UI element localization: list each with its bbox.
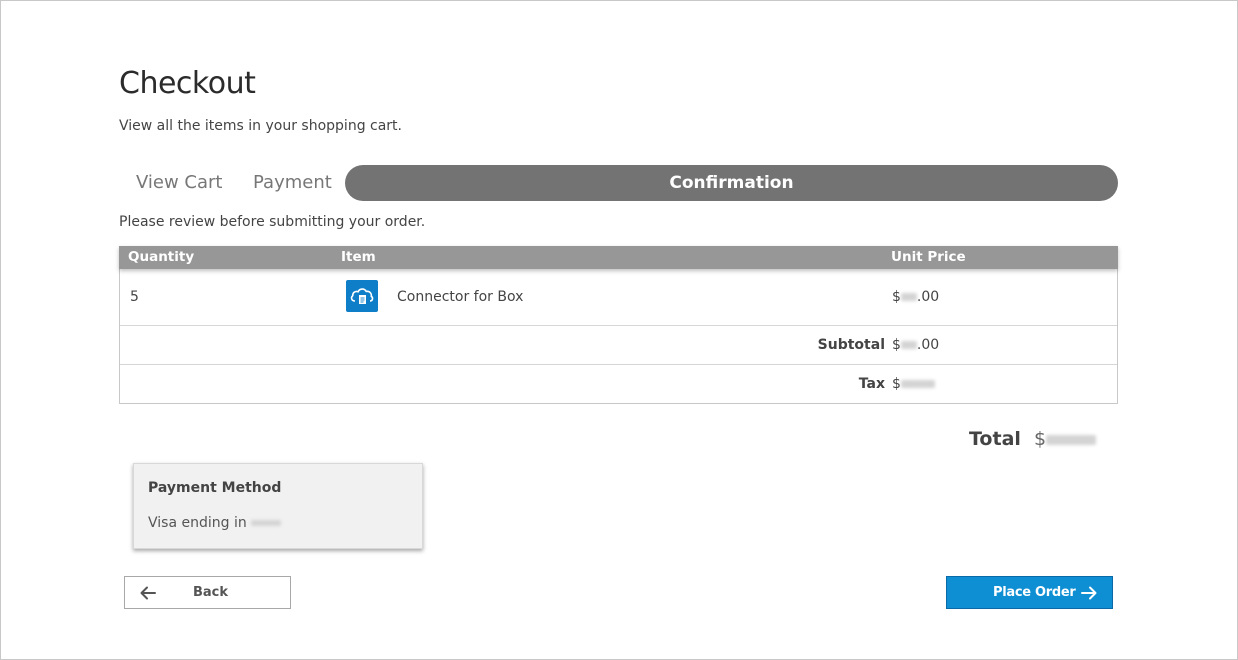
cloud-document-icon [346, 280, 378, 312]
page-subtitle: View all the items in your shopping cart… [119, 118, 403, 134]
total-currency: $ [1034, 428, 1047, 450]
payment-method-card: Payment Method Visa ending in [133, 463, 423, 549]
arrow-left-icon [140, 585, 156, 604]
table-row: 5 Connector for Box $ .00 [120, 269, 1117, 326]
subtotal-cents: .00 [916, 337, 940, 353]
card-ending-text: Visa ending in [148, 515, 247, 531]
header-quantity: Quantity [128, 249, 195, 265]
arrow-right-icon [1081, 585, 1097, 604]
item-quantity: 5 [130, 289, 139, 305]
total-value: $ [1034, 428, 1097, 450]
payment-method-title: Payment Method [148, 480, 282, 496]
step-confirmation[interactable]: Confirmation [345, 165, 1118, 201]
redacted-value [251, 520, 282, 526]
item-unit-price: $ .00 [892, 289, 939, 305]
step-payment[interactable]: Payment [253, 165, 332, 201]
payment-method-detail: Visa ending in [148, 515, 282, 531]
total-label: Total [969, 428, 1021, 450]
header-item: Item [341, 249, 376, 265]
redacted-value [900, 380, 935, 388]
subtotal-value: $ .00 [892, 337, 939, 353]
subtotal-currency: $ [892, 337, 901, 353]
subtotal-row: Subtotal $ .00 [120, 326, 1117, 365]
table-body: 5 Connector for Box $ .00 Subtotal $ .00 T… [119, 269, 1118, 404]
checkout-steps: View Cart Payment Confirmation [119, 165, 1118, 201]
tax-value: $ [892, 376, 935, 392]
header-unit-price: Unit Price [891, 249, 966, 265]
back-button[interactable]: Back [124, 576, 291, 609]
review-instructions: Please review before submitting your ord… [119, 214, 426, 230]
unit-price-cents: .00 [916, 289, 940, 305]
redacted-value [900, 341, 917, 349]
tax-currency: $ [892, 376, 901, 392]
unit-price-currency: $ [892, 289, 901, 305]
tax-label: Tax [858, 376, 885, 392]
subtotal-label: Subtotal [817, 337, 885, 353]
step-view-cart[interactable]: View Cart [136, 165, 223, 201]
page-title: Checkout [119, 66, 256, 101]
table-header: Quantity Item Unit Price [119, 246, 1118, 269]
item-name: Connector for Box [397, 289, 524, 305]
back-button-label: Back [193, 585, 229, 600]
redacted-value [900, 293, 917, 301]
place-order-button[interactable]: Place Order [946, 576, 1113, 609]
order-table: Quantity Item Unit Price 5 Connector for… [119, 246, 1118, 404]
redacted-value [1046, 434, 1097, 445]
tax-row: Tax $ [120, 365, 1117, 403]
place-order-button-label: Place Order [993, 585, 1076, 600]
